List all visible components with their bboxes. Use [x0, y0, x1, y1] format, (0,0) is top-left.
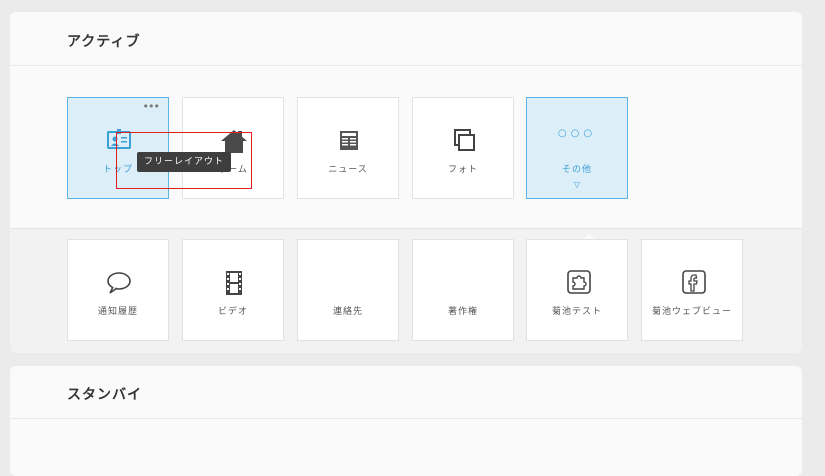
tile-photo[interactable]: フォト	[412, 97, 514, 199]
tile-label: ビデオ	[217, 307, 248, 317]
tile-news[interactable]: ニュース	[297, 97, 399, 199]
tile-menu-icon[interactable]: •••	[143, 100, 160, 113]
section-divider	[10, 65, 802, 66]
puzzle-icon	[567, 270, 591, 294]
chevron-down-icon: ▽	[573, 180, 581, 189]
tile-more[interactable]: ○○○ その他 ▽	[526, 97, 628, 199]
tile-label: 菊池テスト	[551, 307, 602, 317]
tile-contacts[interactable]: 連絡先	[297, 239, 399, 341]
tile-kikuchi-webview[interactable]: 菊池ウェブビュー	[641, 239, 743, 341]
tile-label: フォト	[447, 165, 478, 175]
standby-section: スタンバイ	[10, 366, 802, 476]
standby-section-title: スタンバイ	[67, 387, 142, 403]
tile-label: 著作権	[447, 307, 478, 317]
facebook-icon	[682, 270, 706, 294]
tile-label: 連絡先	[332, 307, 363, 317]
tile-label: ニュース	[328, 165, 368, 175]
tile-copyright[interactable]: 著作権	[412, 239, 514, 341]
tile-label: 菊池ウェブビュー	[651, 307, 732, 317]
active-section-title: アクティブ	[67, 34, 141, 50]
film-icon	[226, 271, 242, 295]
photo-stack-icon	[454, 129, 475, 151]
speech-bubble-icon	[107, 272, 131, 294]
more-dots-icon: ○○○	[557, 128, 597, 139]
tile-label: 通知履歴	[97, 307, 138, 317]
tile-kikuchi-test[interactable]: 菊池テスト	[526, 239, 628, 341]
tile-video[interactable]: ビデオ	[182, 239, 284, 341]
newspaper-icon	[340, 131, 358, 150]
tile-label: その他	[561, 165, 592, 175]
highlight-box	[116, 132, 252, 189]
tile-notification-history[interactable]: 通知履歴	[67, 239, 169, 341]
section-divider	[10, 418, 802, 419]
